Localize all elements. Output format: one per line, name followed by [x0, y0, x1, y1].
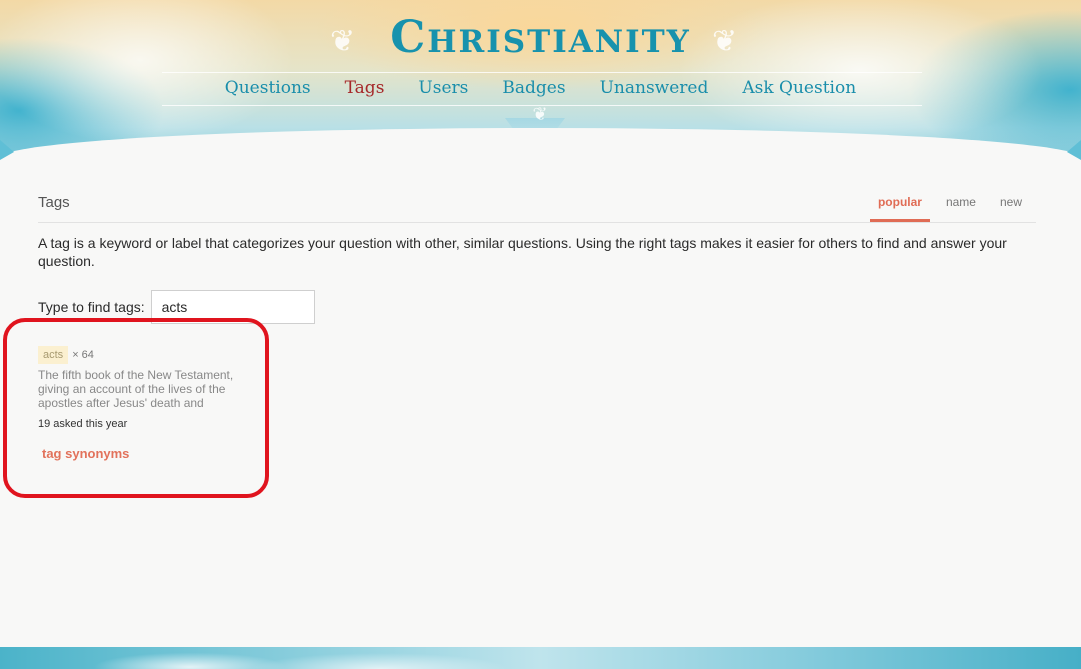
site-logo[interactable]: Christianity	[0, 12, 1081, 63]
site-header: ❦ ❦ Christianity Questions Tags Users Ba…	[0, 0, 1081, 170]
tag-excerpt: The fifth book of the New Testament, giv…	[38, 368, 234, 410]
tab-new[interactable]: new	[992, 186, 1030, 222]
tag-synonyms-link[interactable]: tag synonyms	[42, 446, 129, 461]
tag-header: acts × 64	[38, 346, 243, 364]
tag-badge[interactable]: acts	[38, 346, 69, 364]
nav-ask-question[interactable]: Ask Question	[725, 78, 873, 98]
tag-finder: Type to find tags:	[38, 290, 1036, 324]
sort-tabs: popular name new	[862, 186, 1030, 222]
tag-result-card: acts × 64 The fifth book of the New Test…	[38, 346, 243, 461]
main-content: Tags popular name new A tag is a keyword…	[38, 186, 1036, 324]
tag-count: × 64	[72, 349, 94, 361]
scroll-ornament-icon: ❦	[532, 104, 548, 125]
tab-name[interactable]: name	[938, 186, 984, 222]
nav-unanswered[interactable]: Unanswered	[583, 78, 726, 98]
nav-badges[interactable]: Badges	[485, 78, 582, 98]
tags-description: A tag is a keyword or label that categor…	[38, 235, 1007, 269]
tag-stats: 19 asked this year	[38, 418, 128, 430]
title-row: Tags popular name new	[38, 186, 1036, 223]
tag-search-input[interactable]	[150, 290, 315, 324]
tag-finder-label: Type to find tags:	[38, 299, 145, 315]
nav-tags[interactable]: Tags	[328, 78, 402, 98]
tab-popular[interactable]: popular	[869, 186, 930, 222]
main-nav: Questions Tags Users Badges Unanswered A…	[0, 78, 1081, 98]
site-footer	[0, 647, 1081, 669]
nav-users[interactable]: Users	[401, 78, 485, 98]
page-title: Tags	[38, 194, 70, 211]
nav-divider-top	[162, 72, 922, 73]
nav-questions[interactable]: Questions	[208, 78, 328, 98]
